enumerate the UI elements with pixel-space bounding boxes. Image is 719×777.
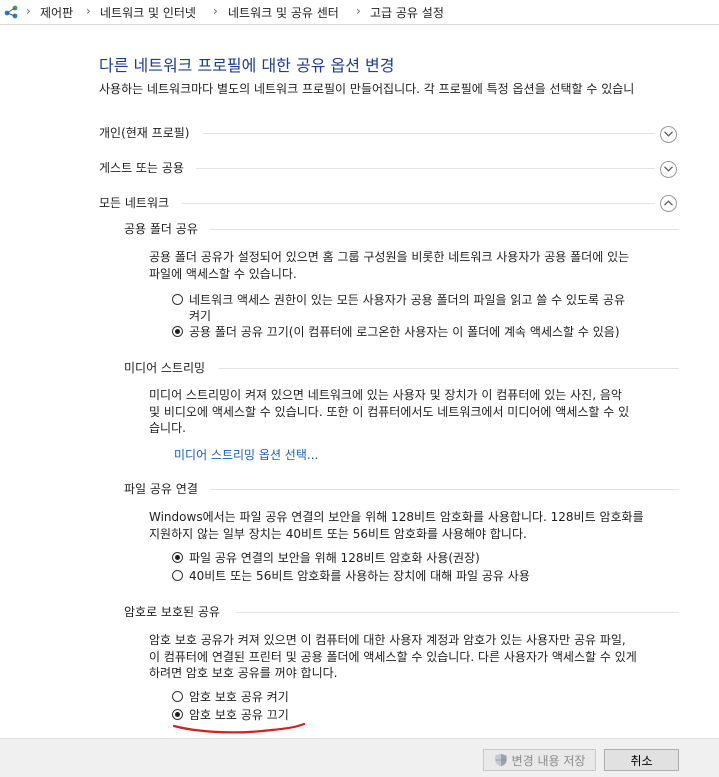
- file-sharing-heading: 파일 공유 연결: [124, 482, 198, 496]
- chevron-up-icon: [664, 200, 673, 206]
- network-icon: [4, 5, 18, 19]
- breadcrumb-network-internet[interactable]: 네트워크 및 인터넷: [100, 4, 196, 21]
- red-underline-annotation: [172, 722, 306, 734]
- media-streaming-options-link[interactable]: 미디어 스트리밍 옵션 선택...: [174, 446, 318, 463]
- page-title: 다른 네트워크 프로필에 대한 공유 옵션 변경: [99, 56, 395, 75]
- radio-public-folder-on[interactable]: [172, 294, 183, 305]
- footer-bar: 변경 내용 저장 취소: [0, 738, 719, 777]
- profile-private-label[interactable]: 개인(현재 프로필): [99, 124, 189, 141]
- radio-password-off[interactable]: [172, 709, 183, 720]
- public-folder-description: 공용 폴더 공유가 설정되어 있으면 홈 그룹 구성원을 비롯한 네트워크 사용…: [149, 250, 630, 281]
- divider: [196, 168, 655, 169]
- divider: [219, 368, 679, 369]
- breadcrumb-separator: ›: [213, 4, 218, 18]
- breadcrumb-separator: ›: [86, 4, 91, 18]
- chevron-down-icon: [664, 131, 673, 137]
- radio-encryption-128[interactable]: [172, 552, 183, 563]
- expand-guest-button[interactable]: [660, 161, 677, 178]
- radio-password-on[interactable]: [172, 691, 183, 702]
- password-sharing-description: 암호 보호 공유가 켜져 있으면 이 컴퓨터에 대한 사용자 계정과 암호가 있…: [149, 633, 637, 680]
- expand-private-button[interactable]: [660, 126, 677, 143]
- breadcrumb-separator: ›: [356, 4, 361, 18]
- profile-all-label[interactable]: 모든 네트워크: [99, 194, 169, 211]
- divider: [236, 612, 679, 613]
- radio-encryption-40-56[interactable]: [172, 570, 183, 581]
- media-streaming-description: 미디어 스트리밍이 켜져 있으면 네트워크에 있는 사용자 및 장치가 이 컴퓨…: [149, 388, 630, 435]
- breadcrumb: › 제어판 › 네트워크 및 인터넷 › 네트워크 및 공유 센터 › 고급 공…: [0, 0, 719, 25]
- public-folder-heading: 공용 폴더 공유: [124, 222, 198, 236]
- collapse-all-button[interactable]: [660, 195, 677, 212]
- save-changes-button[interactable]: 변경 내용 저장: [483, 749, 596, 771]
- breadcrumb-network-sharing-center[interactable]: 네트워크 및 공유 센터: [228, 4, 339, 21]
- divider: [210, 229, 679, 230]
- uac-shield-icon: [494, 753, 507, 767]
- chevron-down-icon: [664, 166, 673, 172]
- breadcrumb-control-panel[interactable]: 제어판: [40, 4, 73, 21]
- cancel-button[interactable]: 취소: [604, 749, 679, 771]
- breadcrumb-separator: ›: [26, 4, 31, 18]
- password-sharing-heading: 암호로 보호된 공유: [124, 605, 220, 619]
- divider: [182, 203, 655, 204]
- file-sharing-description: Windows에서는 파일 공유 연결의 보안을 위해 128비트 암호화를 사…: [149, 510, 644, 541]
- page-subtitle: 사용하는 네트워크마다 별도의 네트워크 프로필이 만들어집니다. 각 프로필에…: [99, 82, 635, 96]
- breadcrumb-advanced-sharing[interactable]: 고급 공유 설정: [370, 4, 444, 21]
- divider: [203, 133, 655, 134]
- divider: [210, 489, 679, 490]
- media-streaming-heading: 미디어 스트리밍: [124, 361, 206, 375]
- profile-guest-label[interactable]: 게스트 또는 공용: [99, 159, 184, 176]
- radio-public-folder-off[interactable]: [172, 326, 183, 337]
